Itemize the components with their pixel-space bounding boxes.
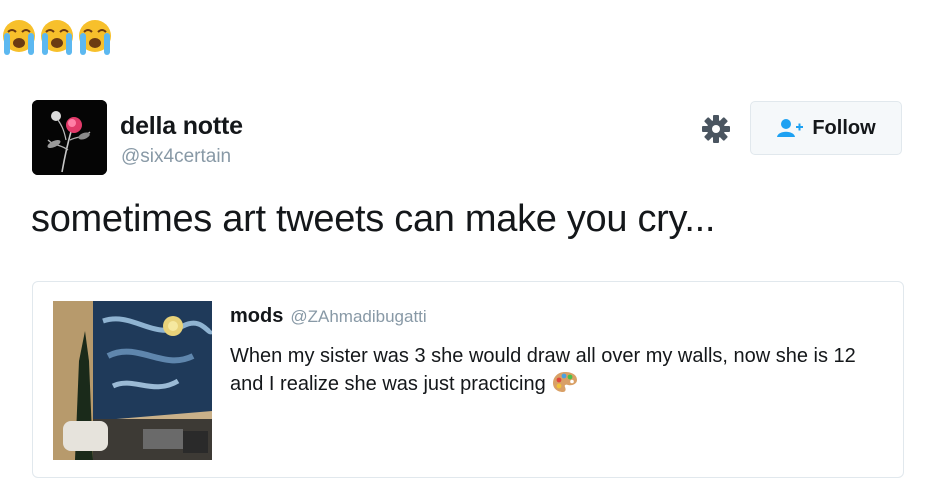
quoted-tweet-text-content: When my sister was 3 she would draw all … bbox=[230, 345, 856, 395]
author-avatar[interactable] bbox=[32, 100, 107, 175]
author-handle[interactable]: @six4certain bbox=[121, 146, 231, 168]
author-display-name[interactable]: della notte bbox=[120, 112, 243, 141]
quoted-author-name[interactable]: mods bbox=[230, 305, 283, 328]
artist-palette-icon bbox=[552, 370, 578, 402]
follow-button-label: Follow bbox=[812, 116, 876, 139]
quoted-tweet-text: When my sister was 3 she would draw all … bbox=[230, 342, 890, 402]
follow-button[interactable]: Follow bbox=[750, 101, 902, 155]
loudly-crying-face-icon bbox=[38, 18, 76, 58]
reaction-emoji-row bbox=[0, 18, 114, 58]
gear-icon[interactable] bbox=[700, 113, 732, 145]
loudly-crying-face-icon bbox=[76, 18, 114, 58]
loudly-crying-face-icon bbox=[0, 18, 38, 58]
quoted-tweet-card[interactable]: mods @ZAhmadibugatti When my sister was … bbox=[32, 281, 904, 478]
tweet-screenshot: della notte @six4certain Follow sometime… bbox=[0, 0, 952, 492]
tweet-text: sometimes art tweets can make you cry... bbox=[31, 198, 716, 240]
quoted-tweet-image[interactable] bbox=[53, 301, 212, 460]
quoted-author-handle[interactable]: @ZAhmadibugatti bbox=[290, 307, 426, 327]
add-user-icon bbox=[776, 117, 804, 139]
quoted-tweet-header: mods @ZAhmadibugatti bbox=[230, 305, 427, 328]
